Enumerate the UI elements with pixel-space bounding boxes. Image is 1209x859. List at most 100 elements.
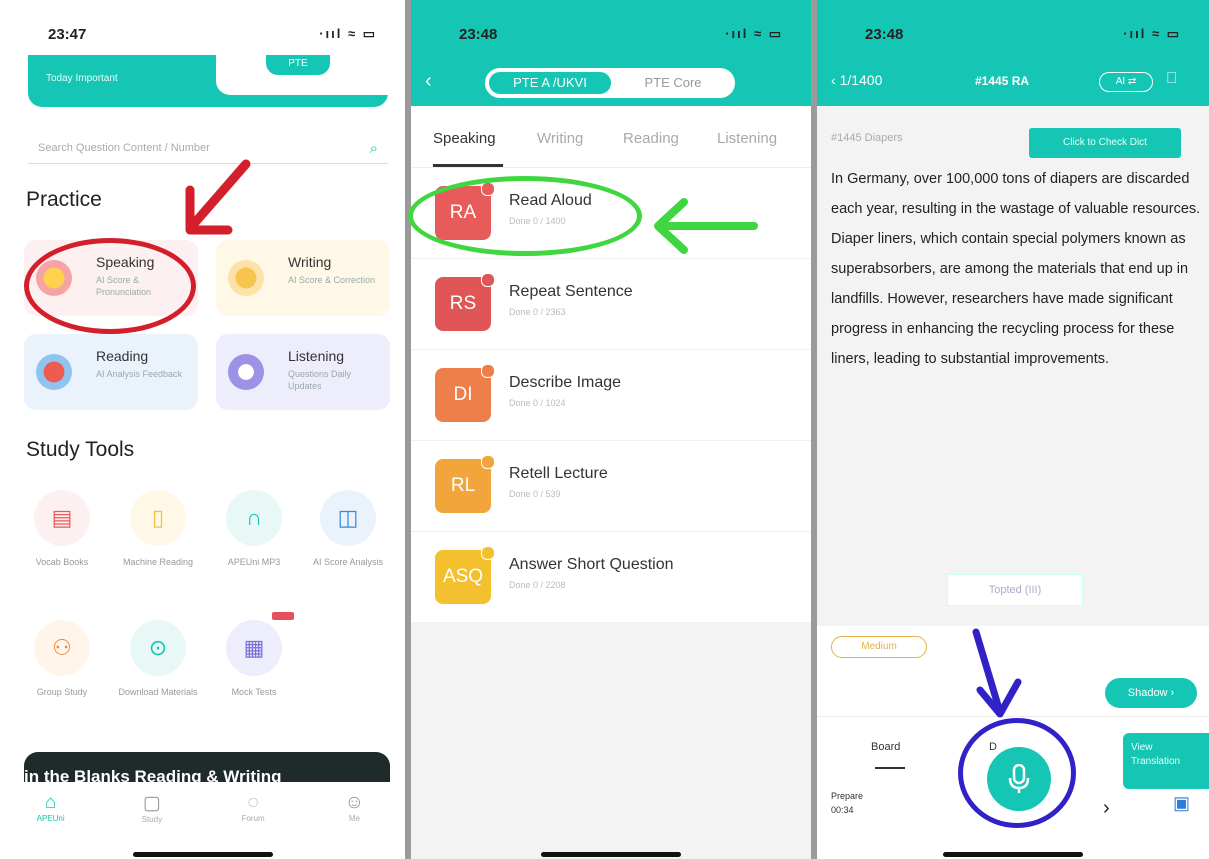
headphones-icon: ∩ (226, 490, 282, 546)
status-bar: 23:47 ·ııl ≈ ▭ (0, 26, 405, 48)
practice-card-writing[interactable]: Writing AI Score & Correction (216, 240, 390, 316)
tab-me[interactable]: ☺ Me (324, 792, 384, 842)
bookmark-icon[interactable]: ⎕ (1167, 70, 1177, 88)
card-subtitle: AI Analysis Feedback (96, 369, 183, 379)
status-bar: 23:48 ·ııl ≈ ▭ (817, 26, 1209, 48)
item-title: Repeat Sentence (509, 283, 633, 300)
tab-board[interactable]: Board (871, 741, 900, 753)
list-item-repeat-sentence[interactable]: RS Repeat Sentence Done 0 / 2363 (411, 259, 811, 350)
tool-download-materials[interactable]: ⊙ Download Materials (118, 620, 198, 699)
difficulty-badge: Medium (831, 636, 927, 658)
tool-label: Group Study (36, 687, 88, 697)
question-body: #1445 Diapers Click to Check Dict In Ger… (817, 106, 1209, 626)
status-icons: ·ııl ≈ ▭ (725, 26, 783, 41)
top-card-pill[interactable]: PTE (266, 55, 330, 75)
tab-writing[interactable]: Writing (537, 130, 583, 147)
status-icons: ·ııl ≈ ▭ (1123, 26, 1181, 41)
list-item-retell-lecture[interactable]: RL Retell Lecture Done 0 / 539 (411, 441, 811, 532)
question-title: #1445 RA (975, 74, 1030, 88)
item-progress: Done 0 / 2208 (509, 580, 566, 590)
study-icon: ▢ (142, 793, 161, 814)
tab-forum[interactable]: ◌ Forum (223, 792, 283, 842)
back-button[interactable]: ‹ 1/1400 (831, 72, 882, 88)
tab-reading[interactable]: Reading (623, 130, 679, 147)
writing-icon (228, 260, 264, 296)
section-tabs: Speaking Writing Reading Listening (411, 106, 811, 168)
red-arrow-icon (185, 159, 251, 235)
search-icon[interactable]: ⌕ (370, 140, 378, 157)
list-item-describe-image[interactable]: DI Describe Image Done 0 / 1024 (411, 350, 811, 441)
item-title: Describe Image (509, 374, 622, 391)
bottom-tab-bar: ⌂ APEUni ▢ Study ◌ Forum ☺ Me (0, 782, 405, 842)
status-time: 23:47 (48, 26, 87, 43)
tab-study[interactable]: ▢ Study (122, 792, 182, 842)
tool-label: APEUni MP3 (227, 557, 281, 567)
green-highlight-circle (408, 176, 642, 256)
prepare-time: 00:34 (831, 805, 854, 815)
prepare-label: Prepare (831, 791, 864, 801)
tab-label: APEUni (36, 814, 65, 823)
search-placeholder: Search Question Content / Number (38, 142, 210, 154)
home-indicator (132, 852, 273, 857)
home-icon: ⌂ (44, 792, 57, 813)
prepare-timer: Prepare 00:34 (831, 789, 863, 817)
practice-card-listening[interactable]: Listening Questions Daily Updates (216, 334, 390, 410)
group-icon: ⚇ (34, 620, 90, 676)
status-icons: ·ııl ≈ ▭ (319, 26, 377, 41)
listening-icon (228, 354, 264, 390)
list-item-answer-short-question[interactable]: ASQ Answer Short Question Done 0 / 2208 (411, 532, 811, 623)
tool-mock-tests[interactable]: ▦ Mock Tests (214, 612, 294, 699)
reading-icon (36, 354, 72, 390)
blue-arrow-icon (972, 628, 1022, 718)
tool-ai-score-analysis[interactable]: ◫ AI Score Analysis (308, 490, 388, 569)
chevron-right-icon[interactable]: › (1103, 797, 1110, 820)
practice-card-reading[interactable]: Reading AI Analysis Feedback (24, 334, 198, 410)
card-title: Writing (288, 254, 332, 270)
toggle-pte-core[interactable]: PTE Core (613, 70, 733, 96)
header-row: ‹ 1/1400 #1445 RA AI ⇄ ⎕ (817, 70, 1209, 96)
back-icon[interactable]: ‹ (425, 70, 432, 93)
rl-badge-icon: RL (435, 455, 495, 513)
tab-listening[interactable]: Listening (717, 130, 777, 147)
empty-area (411, 623, 811, 859)
tool-machine-reading[interactable]: ▯ Machine Reading (118, 490, 198, 569)
exam-toggle: PTE A /UKVI PTE Core (485, 68, 735, 98)
view-translation-button[interactable]: View Translation (1123, 733, 1209, 789)
translate-icon[interactable]: ▣ (1173, 793, 1190, 814)
toggle-pte-a[interactable]: PTE A /UKVI (487, 70, 613, 96)
analysis-icon: ◫ (320, 490, 376, 546)
tool-vocab-books[interactable]: ▤ Vocab Books (22, 490, 102, 569)
status-time: 23:48 (459, 26, 498, 43)
red-highlight-circle (24, 238, 196, 334)
check-dict-button[interactable]: Click to Check Dict (1029, 128, 1181, 158)
green-arrow-icon (654, 198, 758, 254)
me-icon: ☺ (344, 792, 365, 813)
study-tools-heading: Study Tools (26, 438, 135, 461)
top-card[interactable]: Today Important PTE (28, 55, 388, 107)
shadow-button[interactable]: Shadow › (1105, 678, 1197, 708)
speaking-list-screen: 23:48 ·ııl ≈ ▭ ‹ PTE A /UKVI PTE Core Sp… (411, 0, 811, 859)
status-bar: 23:48 ·ııl ≈ ▭ (411, 26, 811, 48)
tab-speaking[interactable]: Speaking (433, 130, 496, 147)
item-progress: Done 0 / 539 (509, 489, 561, 499)
item-title: Answer Short Question (509, 556, 674, 573)
item-progress: Done 0 / 2363 (509, 307, 566, 317)
tab-label: Me (348, 814, 360, 823)
vocab-icon: ▤ (34, 490, 90, 546)
card-title: Reading (96, 348, 149, 364)
practice-heading: Practice (26, 188, 102, 211)
tool-label: Machine Reading (122, 557, 194, 567)
tool-group-study[interactable]: ⚇ Group Study (22, 620, 102, 699)
question-id: #1445 Diapers (831, 132, 903, 144)
tag-button[interactable]: Topted (III) (947, 574, 1083, 606)
tool-label: Vocab Books (35, 557, 89, 567)
ai-switch-button[interactable]: AI ⇄ (1099, 72, 1153, 92)
tab-apeuni[interactable]: ⌂ APEUni (21, 792, 81, 842)
new-badge (272, 612, 294, 620)
card-title: Listening (288, 348, 345, 364)
tool-label: Download Materials (118, 687, 198, 697)
card-subtitle: Questions Daily Updates (288, 369, 352, 391)
tool-apeuni-mp3[interactable]: ∩ APEUni MP3 (214, 490, 294, 569)
home-indicator (943, 852, 1083, 857)
tool-label: AI Score Analysis (312, 557, 384, 567)
